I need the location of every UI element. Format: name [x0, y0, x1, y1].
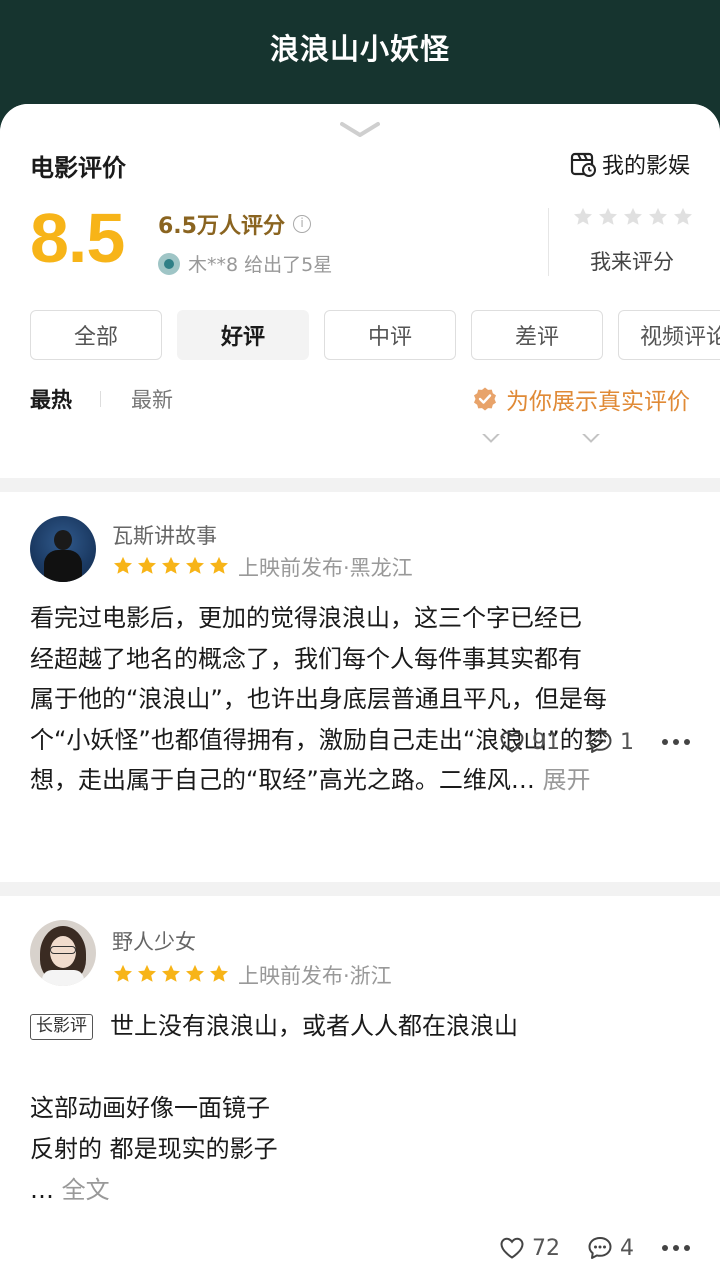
tab-all[interactable]: 全部 [30, 310, 162, 360]
comment-count: 4 [620, 1235, 634, 1261]
star-icon [162, 556, 180, 574]
top-bar: 浪浪山小妖怪 [0, 0, 720, 104]
real-review-tip-text: 为你展示真实评价 [506, 389, 690, 415]
avatar-figure [44, 550, 82, 582]
tab-video[interactable]: 视频评论 [618, 310, 720, 360]
clipped-action-row [470, 434, 640, 448]
section-title: 电影评价 [30, 154, 126, 182]
review-line: 想，走出属于自己的“取经”高光之路。二维风… [30, 766, 535, 794]
real-review-tip: 为你展示真实评价 [472, 382, 690, 416]
review-card: 瓦斯讲故事 上映前发布·黑龙江 看完过电影后，更加的觉得浪浪山，这三个字已经已 … [0, 492, 720, 882]
review-line: 看完过电影后，更加的觉得浪浪山，这三个字已经已 [30, 604, 582, 632]
star-icon [138, 964, 156, 982]
tab-negative[interactable]: 差评 [471, 310, 603, 360]
expand-link[interactable]: 展开 [543, 766, 591, 794]
star-icon [186, 556, 204, 574]
review-line-last: … 全文 [30, 1170, 110, 1205]
review-stars [112, 963, 230, 985]
average-score: 8.5 [30, 199, 125, 277]
star-icon [210, 964, 228, 982]
my-movies-button[interactable]: 我的影娱 [570, 148, 690, 180]
rating-count-row: 6.5万人评分 i [158, 208, 311, 240]
verified-badge-icon [474, 387, 496, 411]
like-count: 72 [532, 1235, 560, 1261]
friend-rating-row: 木**8 给出了5星 [158, 250, 332, 277]
rating-header: 电影评价 我的影娱 8.5 6.5万人评分 i 木**8 给出了5星 我来评分 … [0, 104, 720, 478]
my-movies-label: 我的影娱 [601, 154, 690, 179]
empty-star-icon[interactable] [647, 206, 669, 228]
tab-neutral[interactable]: 中评 [324, 310, 456, 360]
reviewer-name[interactable]: 野人少女 [112, 926, 196, 956]
rate-stars[interactable] [572, 206, 694, 228]
review-sheet: 电影评价 我的影娱 8.5 6.5万人评分 i 木**8 给出了5星 我来评分 … [0, 104, 720, 1288]
review-line: 经超越了地名的概念了，我们每个人每件事其实都有 [30, 644, 582, 673]
review-line: 属于他的“浪浪山”，也许出身底层普通且平凡，但是每 [30, 685, 607, 713]
comment-icon [588, 731, 612, 753]
star-icon [186, 964, 204, 982]
sort-hot[interactable]: 最热 [30, 384, 72, 414]
review-line: 反射的 都是现实的影子 [30, 1135, 278, 1163]
review-headline[interactable]: 世上没有浪浪山，或者人人都在浪浪山 [110, 1006, 518, 1041]
long-review-tag: 长影评 [30, 1014, 93, 1040]
review-meta: 上映前发布·浙江 [238, 964, 392, 988]
avatar[interactable] [30, 920, 96, 986]
avatar-shirt [42, 970, 84, 986]
empty-star-icon[interactable] [622, 206, 644, 228]
heart-icon [500, 731, 524, 753]
sort-new[interactable]: 最新 [131, 384, 173, 414]
star-icon [114, 964, 132, 982]
avatar[interactable] [30, 516, 96, 582]
more-options-icon[interactable] [662, 1245, 690, 1251]
page-title: 浪浪山小妖怪 [269, 32, 450, 66]
like-button[interactable]: 91 [498, 728, 560, 756]
more-options-icon[interactable] [662, 739, 690, 745]
divider [548, 208, 549, 276]
empty-star-icon[interactable] [572, 206, 594, 228]
filter-tabs: 全部 好评 中评 差评 视频评论 [30, 310, 720, 360]
star-icon [138, 556, 156, 574]
star-icon [114, 556, 132, 574]
sort-bar: 最热 最新 [30, 384, 173, 414]
empty-star-icon[interactable] [597, 206, 619, 228]
rate-me-button[interactable]: 我来评分 [590, 246, 674, 276]
ellipsis: … [30, 1176, 62, 1204]
friend-avatar [158, 252, 180, 275]
like-count: 91 [532, 729, 560, 755]
like-button[interactable]: 72 [498, 1234, 560, 1262]
review-actions: 72 4 [472, 1234, 690, 1262]
empty-star-icon[interactable] [672, 206, 694, 228]
comment-icon [588, 1237, 612, 1259]
tab-positive[interactable]: 好评 [177, 310, 309, 360]
review-card: 野人少女 上映前发布·浙江 长影评 世上没有浪浪山，或者人人都在浪浪山 这部动画… [0, 896, 720, 1288]
friend-rating-text: 木**8 给出了5星 [188, 254, 333, 276]
heart-icon [500, 1237, 524, 1259]
star-icon [162, 964, 180, 982]
full-text-link[interactable]: 全文 [62, 1176, 110, 1204]
review-line-last: 想，走出属于自己的“取经”高光之路。二维风… 展开 [30, 760, 694, 801]
review-stars [112, 555, 230, 577]
collapse-handle-icon[interactable] [340, 120, 380, 140]
info-icon[interactable]: i [292, 215, 311, 233]
review-actions: 91 1 [472, 728, 690, 756]
ticket-icon [570, 152, 596, 177]
avatar-head [54, 530, 72, 550]
review-meta: 上映前发布·黑龙江 [238, 556, 413, 580]
star-icon [210, 556, 228, 574]
reviewer-name[interactable]: 瓦斯讲故事 [112, 520, 217, 550]
review-line: 这部动画好像一面镜子 [30, 1094, 270, 1122]
comment-button[interactable]: 4 [586, 1234, 634, 1262]
comment-button[interactable]: 1 [586, 728, 634, 756]
avatar-glasses [50, 946, 76, 954]
sort-divider [100, 391, 101, 407]
rating-count: 6.5万人评分 [158, 214, 285, 239]
review-body[interactable]: 看完过电影后，更加的觉得浪浪山，这三个字已经已 经超越了地名的概念了，我们每个人… [30, 598, 694, 801]
comment-count: 1 [620, 729, 634, 755]
